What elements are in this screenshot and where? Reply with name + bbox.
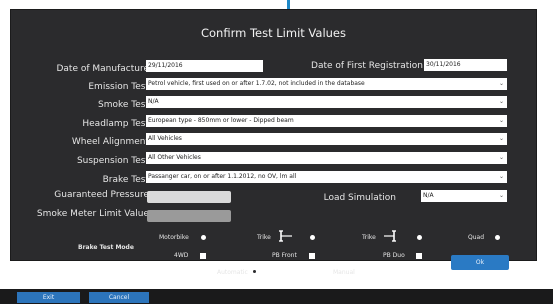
trike-front-icon: [279, 230, 292, 242]
guaranteed-pressure-label: Guaranteed Pressure: [54, 190, 149, 200]
emission-test-label: Emission Test: [88, 82, 149, 92]
smoke-meter-limit-field[interactable]: [147, 210, 231, 222]
smoke-test-label: Smoke Test: [98, 100, 149, 110]
suspension-test-select[interactable]: All Other Vehicles ⌄: [146, 152, 507, 164]
load-simulation-select[interactable]: N/A ⌄: [421, 190, 507, 202]
option-pb-duo-label: PB Duo: [383, 252, 405, 259]
brake-test-select[interactable]: Passanger car, on or after 1.1.2012, no …: [146, 171, 507, 183]
smoke-test-select[interactable]: N/A ⌄: [146, 96, 507, 108]
wheel-alignment-label: Wheel Alignment: [71, 137, 149, 147]
option-trike-rear-label: Trike: [362, 234, 376, 241]
option-motorbike-label: Motorbike: [159, 234, 189, 241]
option-4wd-label: 4WD: [174, 252, 189, 259]
chevron-down-icon: ⌄: [498, 80, 504, 87]
4wd-checkbox[interactable]: [200, 253, 206, 259]
suspension-test-value: All Other Vehicles: [148, 154, 201, 161]
date-of-manufacture-field[interactable]: 29/11/2016: [146, 60, 263, 72]
date-of-first-registration-field[interactable]: 30/11/2016: [424, 59, 507, 71]
option-trike-front-label: Trike: [257, 234, 271, 241]
load-simulation-label: Load Simulation: [323, 193, 396, 203]
smoke-meter-limit-label: Smoke Meter Limit Value: [36, 209, 149, 219]
option-manual-label: Manual: [333, 269, 355, 276]
automatic-radio[interactable]: [252, 269, 257, 274]
option-pb-front-label: PB Front: [272, 252, 297, 259]
chevron-down-icon: ⌄: [498, 117, 504, 124]
pb-front-checkbox[interactable]: [309, 253, 315, 259]
pb-duo-checkbox[interactable]: [416, 253, 422, 259]
trike-rear-radio[interactable]: [417, 235, 422, 240]
chevron-down-icon: ⌄: [498, 98, 504, 105]
wheel-alignment-select[interactable]: All Vehicles ⌄: [146, 133, 507, 145]
headlamp-test-select[interactable]: European type - 850mm or lower - Dipped …: [146, 115, 507, 127]
quad-radio[interactable]: [495, 235, 500, 240]
suspension-test-label: Suspension Test: [76, 156, 149, 166]
chevron-down-icon: ⌄: [498, 135, 504, 142]
trike-rear-icon: [384, 230, 396, 242]
smoke-test-value: N/A: [148, 98, 159, 105]
motorbike-radio[interactable]: [201, 235, 206, 240]
emission-test-value: Petrol vehicle, first used on or after 1…: [148, 80, 365, 87]
confirm-test-limit-dialog: Confirm Test Limit Values Date of Manufa…: [10, 9, 537, 276]
emission-test-select[interactable]: Petrol vehicle, first used on or after 1…: [146, 78, 507, 90]
brake-test-mode-label: Brake Test Mode: [78, 244, 134, 251]
date-of-first-registration-label: Date of First Registration: [311, 61, 423, 71]
dialog-title: Confirm Test Limit Values: [200, 26, 347, 40]
headlamp-test-value: European type - 850mm or lower - Dipped …: [148, 117, 294, 124]
date-of-manufacture-label: Date of Manufacture: [56, 64, 149, 74]
headlamp-test-label: Headlamp Test: [82, 119, 149, 129]
load-simulation-value: N/A: [423, 192, 434, 199]
chevron-down-icon: ⌄: [498, 192, 504, 199]
exit-button[interactable]: Exit: [17, 292, 80, 303]
guaranteed-pressure-field[interactable]: [147, 191, 231, 203]
ok-button[interactable]: Ok: [451, 255, 509, 270]
option-quad-label: Quad: [468, 234, 485, 241]
trike-front-radio[interactable]: [310, 235, 315, 240]
manual-radio[interactable]: [366, 270, 371, 275]
brake-test-label: Brake Test: [102, 175, 149, 185]
brake-test-value: Passanger car, on or after 1.1.2012, no …: [148, 173, 297, 180]
cancel-button[interactable]: Cancel: [89, 292, 149, 303]
option-automatic-label: Automatic: [217, 269, 248, 276]
bottom-toolbar: [0, 289, 553, 304]
chevron-down-icon: ⌄: [498, 154, 504, 161]
wheel-alignment-value: All Vehicles: [148, 135, 182, 142]
chevron-down-icon: ⌄: [498, 173, 504, 180]
